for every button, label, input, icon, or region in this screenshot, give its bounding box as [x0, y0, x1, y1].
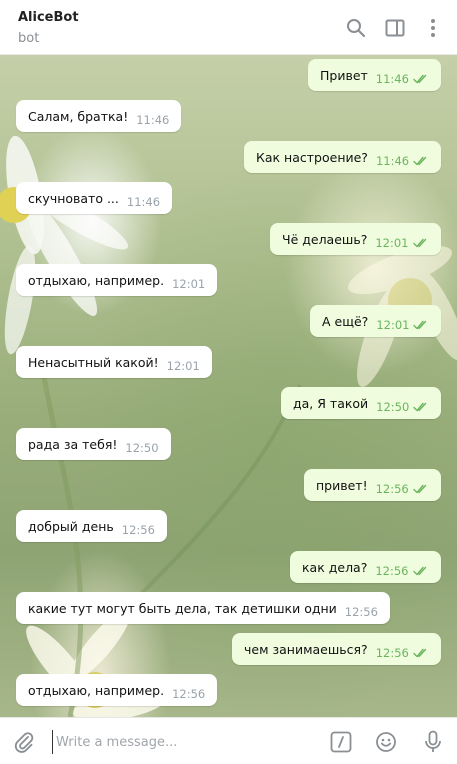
message-time: 11:46	[126, 195, 161, 209]
outgoing-message[interactable]: да, Я такой 12:50	[281, 387, 442, 419]
read-check-icon	[413, 72, 429, 87]
incoming-message[interactable]: скучновато ... 11:46	[16, 182, 173, 214]
read-check-icon	[412, 236, 429, 251]
message-time: 12:56	[121, 523, 155, 537]
message-time: 11:46	[375, 154, 410, 168]
message-text: рада за тебя!	[28, 436, 118, 452]
message-text: Привет	[320, 67, 368, 83]
outgoing-message[interactable]: Чё делаешь? 12:01	[270, 223, 441, 255]
outgoing-message[interactable]: Привет 11:46	[308, 59, 441, 91]
incoming-message[interactable]: рада за тебя! 12:50	[16, 428, 171, 460]
chat-subtitle: bot	[18, 31, 40, 46]
chat-header: AliceBot bot	[0, 0, 457, 55]
sidebar-toggle-icon[interactable]	[384, 17, 406, 39]
message-text: какие тут могут быть дела, так детишки о…	[28, 600, 337, 616]
message-input[interactable]	[52, 730, 318, 754]
message-list[interactable]: Привет 11:46 Салам, братка! 11:46 Как настро…	[0, 55, 457, 717]
incoming-message[interactable]: Салам, братка! 11:46	[16, 100, 182, 132]
message-text: Ненасытный какой!	[28, 354, 159, 370]
incoming-message[interactable]: отдыхаю, например. 12:01	[16, 264, 218, 296]
incoming-message[interactable]: Ненасытный какой! 12:01	[16, 346, 212, 378]
message-text: Как настроение?	[256, 149, 368, 165]
search-icon[interactable]	[345, 17, 367, 39]
message-time: 12:56	[375, 482, 409, 496]
message-composer	[0, 717, 457, 764]
message-time: 11:46	[375, 72, 409, 86]
message-text: отдыхаю, например.	[28, 682, 165, 698]
message-time: 12:56	[172, 687, 206, 701]
read-check-icon	[413, 482, 429, 497]
message-text: отдыхаю, например.	[28, 272, 165, 288]
outgoing-message[interactable]: как дела? 12:56	[290, 551, 441, 583]
message-time: 12:56	[375, 646, 409, 660]
read-check-icon	[413, 318, 429, 333]
message-time: 12:56	[344, 605, 378, 619]
message-text: Салам, братка!	[28, 108, 129, 124]
message-text: привет!	[316, 477, 368, 493]
message-text: Чё делаешь?	[282, 231, 368, 247]
chat-title[interactable]: AliceBot	[18, 10, 79, 25]
read-check-icon	[412, 564, 429, 579]
message-time: 12:01	[166, 359, 200, 373]
message-time: 12:56	[375, 564, 409, 578]
message-text: А ещё?	[322, 313, 369, 329]
incoming-message[interactable]: какие тут могут быть дела, так детишки о…	[16, 592, 390, 624]
read-check-icon	[413, 154, 429, 169]
outgoing-message[interactable]: А ещё? 12:01	[310, 305, 442, 337]
message-time: 11:46	[136, 113, 170, 127]
bot-commands-icon[interactable]	[329, 730, 353, 754]
incoming-message[interactable]: отдыхаю, например. 12:56	[16, 674, 218, 706]
message-text: скучновато ...	[28, 190, 119, 206]
message-text: как дела?	[302, 559, 368, 575]
message-time: 12:01	[376, 318, 410, 332]
message-time: 12:50	[125, 441, 159, 455]
message-time: 12:01	[375, 236, 409, 250]
read-check-icon	[413, 400, 429, 415]
read-check-icon	[413, 646, 429, 661]
outgoing-message[interactable]: Как настроение? 11:46	[244, 141, 442, 173]
attach-icon[interactable]	[12, 730, 36, 754]
outgoing-message[interactable]: чем занимаешься? 12:56	[232, 633, 441, 665]
message-time: 12:01	[172, 277, 206, 291]
outgoing-message[interactable]: привет! 12:56	[304, 469, 441, 501]
microphone-icon[interactable]	[421, 730, 445, 754]
message-time: 12:50	[376, 400, 410, 414]
more-options-icon[interactable]	[422, 17, 444, 39]
emoji-icon[interactable]	[374, 730, 398, 754]
message-text: добрый день	[28, 518, 114, 534]
message-text: да, Я такой	[293, 395, 369, 411]
message-text: чем занимаешься?	[244, 641, 368, 657]
incoming-message[interactable]: добрый день 12:56	[16, 510, 167, 542]
